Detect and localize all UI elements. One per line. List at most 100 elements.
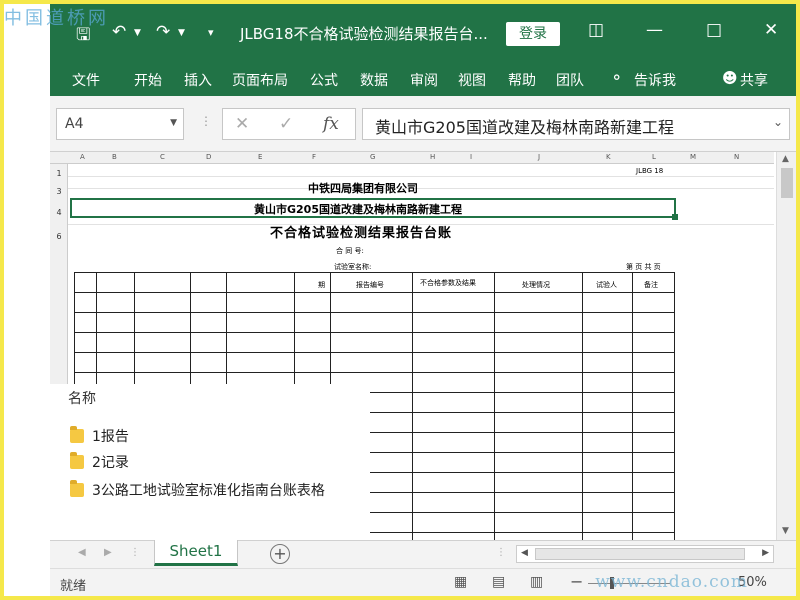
- column-header[interactable]: D: [206, 153, 211, 161]
- column-header[interactable]: K: [606, 153, 611, 161]
- scroll-thumb[interactable]: [781, 168, 793, 198]
- folder-icon: [70, 452, 84, 469]
- redo-dropdown-icon[interactable]: ▼: [178, 28, 185, 38]
- table-header: 备注: [644, 281, 658, 289]
- tab-data[interactable]: 数据: [360, 70, 388, 90]
- table-border: [582, 272, 583, 540]
- customize-toolbar-icon[interactable]: ▾: [208, 26, 214, 39]
- scroll-down-icon[interactable]: ▼: [782, 526, 789, 536]
- table-border: [74, 292, 674, 293]
- row-header[interactable]: 6: [52, 232, 66, 241]
- table-border: [412, 272, 413, 540]
- maximize-icon[interactable]: □: [706, 20, 722, 40]
- person-icon: ☻: [722, 69, 738, 87]
- row-header[interactable]: 4: [52, 208, 66, 217]
- tab-view[interactable]: 视图: [458, 70, 486, 90]
- undo-icon[interactable]: ↶: [112, 22, 126, 42]
- scroll-left-icon[interactable]: ◀: [521, 548, 528, 558]
- column-header[interactable]: H: [430, 153, 435, 161]
- window-frame: 中国道桥网 www.cndao.com 🖫 ↶ ▼ ↷ ▼ ▾ JLBG18不合…: [4, 4, 796, 596]
- form-code: JLBG 18: [636, 167, 664, 175]
- name-box[interactable]: A4 ▼: [56, 108, 184, 140]
- undo-dropdown-icon[interactable]: ▼: [134, 28, 141, 38]
- login-button[interactable]: 登录: [506, 22, 560, 46]
- tab-file[interactable]: 文件: [72, 70, 100, 90]
- title-bar: 🖫 ↶ ▼ ↷ ▼ ▾ JLBG18不合格试验检测结果报告台... 登录 ◫ —…: [50, 4, 796, 60]
- drag-handle-icon[interactable]: ⋮: [200, 114, 212, 128]
- table-header: 期: [318, 281, 325, 289]
- next-sheet-icon[interactable]: ▶: [104, 547, 112, 558]
- column-header[interactable]: N: [734, 153, 739, 161]
- tab-help[interactable]: 帮助: [508, 70, 536, 90]
- column-header[interactable]: F: [312, 153, 316, 161]
- close-icon[interactable]: ✕: [764, 20, 778, 40]
- table-border: [74, 272, 674, 273]
- column-header[interactable]: L: [652, 153, 656, 161]
- worksheet-grid[interactable]: A B C D E F G H I J K L M N 1 3 4 6 14 1…: [50, 152, 796, 540]
- column-header[interactable]: C: [160, 153, 165, 161]
- sheet-tab[interactable]: Sheet1: [154, 540, 238, 566]
- page-layout-icon[interactable]: ▤: [492, 574, 505, 590]
- fill-handle[interactable]: [672, 214, 678, 220]
- tell-me-search[interactable]: 告诉我: [634, 70, 676, 90]
- redo-icon[interactable]: ↷: [156, 22, 170, 42]
- report-title: 不合格试验检测结果报告台账: [270, 226, 453, 241]
- tab-insert[interactable]: 插入: [184, 70, 212, 90]
- add-sheet-button[interactable]: +: [270, 544, 290, 564]
- table-border: [632, 272, 633, 540]
- company-name: 中铁四局集团有限公司: [308, 182, 418, 195]
- folder-item[interactable]: 2记录: [70, 452, 129, 472]
- selected-cell-a4[interactable]: [70, 198, 678, 220]
- column-header[interactable]: E: [258, 153, 262, 161]
- insert-function-icon[interactable]: fx: [323, 114, 339, 134]
- folder-icon: [70, 480, 84, 497]
- prev-sheet-icon[interactable]: ◀: [78, 547, 86, 558]
- column-header[interactable]: J: [538, 153, 540, 161]
- column-header[interactable]: B: [112, 153, 117, 161]
- page-break-icon[interactable]: ▥: [530, 574, 543, 590]
- row-header[interactable]: 3: [52, 187, 66, 196]
- more-sheets-icon[interactable]: ⋮: [130, 547, 140, 558]
- lab-label: 试验室名称:: [334, 263, 372, 271]
- contract-label: 合 同 号:: [336, 247, 364, 255]
- table-header: 处理情况: [522, 281, 550, 289]
- enter-icon[interactable]: ✓: [279, 114, 293, 134]
- scroll-up-icon[interactable]: ▲: [782, 154, 789, 164]
- table-border: [674, 272, 675, 540]
- formula-input[interactable]: 黄山市G205国道改建及梅林南路新建工程 ⌄: [362, 108, 790, 140]
- column-header[interactable]: I: [470, 153, 472, 161]
- zoom-out-icon[interactable]: −: [570, 572, 583, 591]
- minimize-icon[interactable]: —: [646, 20, 663, 40]
- row-header[interactable]: 1: [52, 169, 66, 178]
- scroll-right-icon[interactable]: ▶: [762, 548, 769, 558]
- cancel-icon[interactable]: ✕: [235, 114, 249, 134]
- column-header[interactable]: M: [690, 153, 696, 161]
- tab-page-layout[interactable]: 页面布局: [232, 70, 288, 90]
- column-header[interactable]: G: [370, 153, 375, 161]
- expand-formula-icon[interactable]: ⌄: [773, 115, 783, 129]
- tab-formulas[interactable]: 公式: [310, 70, 338, 90]
- gridline: [68, 176, 774, 177]
- chevron-down-icon[interactable]: ▼: [170, 118, 177, 128]
- ribbon-tabs: 文件 开始 插入 页面布局 公式 数据 审阅 视图 帮助 团队 ⚬ 告诉我 ☻ …: [50, 60, 796, 96]
- window-title: JLBG18不合格试验检测结果报告台...: [240, 25, 488, 43]
- tab-team[interactable]: 团队: [556, 70, 584, 90]
- tab-home[interactable]: 开始: [134, 70, 162, 90]
- column-headers: A B C D E F G H I J K L M N: [50, 152, 774, 164]
- share-button[interactable]: 共享: [740, 70, 768, 90]
- scroll-thumb[interactable]: [535, 548, 745, 560]
- tab-review[interactable]: 审阅: [410, 70, 438, 90]
- folder-item[interactable]: 1报告: [70, 426, 129, 446]
- column-header[interactable]: A: [80, 153, 85, 161]
- normal-view-icon[interactable]: ▦: [454, 574, 467, 590]
- table-border: [74, 312, 674, 313]
- table-border: [74, 352, 674, 353]
- table-header: 试验人: [596, 281, 617, 289]
- vertical-scrollbar[interactable]: ▲ ▼: [776, 152, 796, 540]
- folder-item[interactable]: 3公路工地试验室标准化指南台账表格: [70, 480, 325, 500]
- gridline: [68, 188, 774, 189]
- ribbon-display-icon[interactable]: ◫: [588, 20, 604, 40]
- more-tabs-icon[interactable]: ⋮: [496, 547, 506, 558]
- table-header: 不合格参数及结果: [420, 279, 476, 287]
- horizontal-scrollbar[interactable]: ◀ ▶: [516, 545, 774, 563]
